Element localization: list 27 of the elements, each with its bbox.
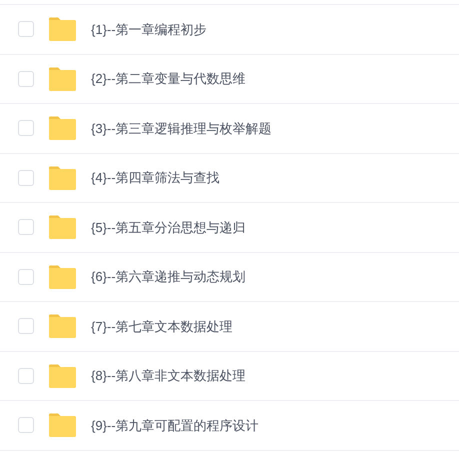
- folder-icon: [48, 116, 77, 140]
- folder-icon: [48, 215, 77, 240]
- folder-name[interactable]: {5}--第五章分治思想与递归: [91, 218, 246, 237]
- checkbox[interactable]: [18, 219, 34, 236]
- checkbox[interactable]: [18, 170, 34, 186]
- folder-name[interactable]: {6}--第六章递推与动态规划: [91, 267, 246, 286]
- folder-name[interactable]: {7}--第七章文本数据处理: [91, 316, 233, 336]
- checkbox[interactable]: [18, 70, 34, 87]
- folder-icon: [48, 166, 77, 190]
- checkbox[interactable]: [18, 21, 34, 38]
- folder-name[interactable]: {9}--第九章可配置的程序设计: [91, 416, 259, 435]
- folder-icon: [48, 314, 77, 338]
- folder-name[interactable]: {2}--第二章变量与代数思维: [91, 69, 246, 88]
- checkbox[interactable]: [18, 368, 34, 384]
- checkbox[interactable]: [18, 417, 34, 434]
- folder-name[interactable]: {1}--第一章编程初步: [91, 20, 207, 39]
- folder-icon: [48, 264, 77, 289]
- folder-icon: [48, 413, 77, 438]
- checkbox[interactable]: [18, 120, 34, 136]
- folder-name[interactable]: {8}--第八章非文本数据处理: [91, 366, 246, 386]
- checkbox[interactable]: [18, 318, 34, 334]
- folder-name[interactable]: {4}--第四章筛法与查找: [91, 168, 220, 188]
- folder-name[interactable]: {3}--第三章逻辑推理与枚举解题: [91, 118, 272, 138]
- folder-icon: [48, 364, 77, 388]
- folder-icon: [48, 17, 77, 42]
- folder-icon: [48, 66, 77, 91]
- checkbox[interactable]: [18, 268, 34, 285]
